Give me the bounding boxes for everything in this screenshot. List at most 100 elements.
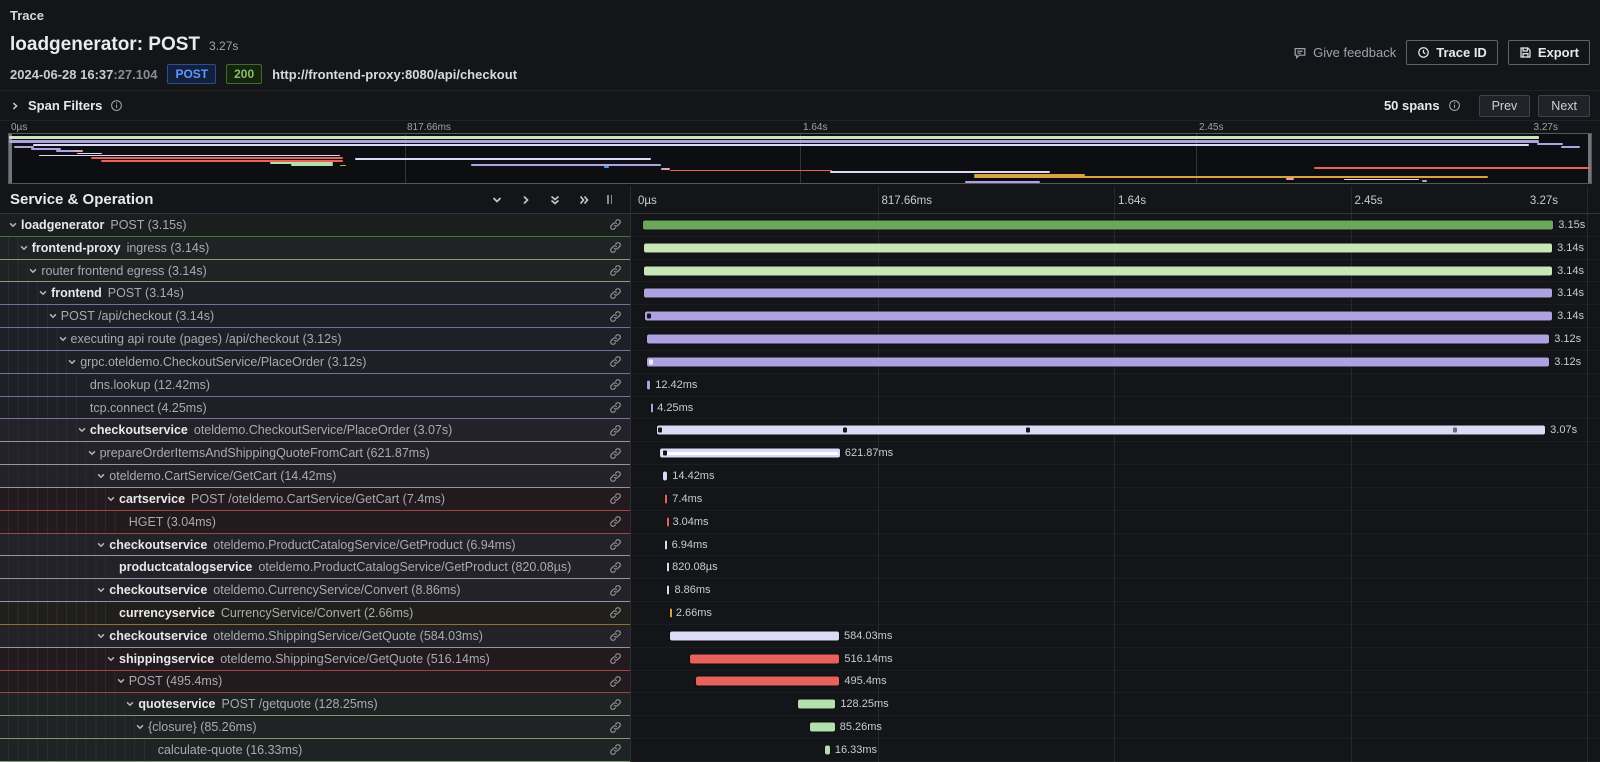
span-link-icon[interactable] [603,355,630,368]
span-bar[interactable] [647,335,1550,344]
expand-chevron-icon[interactable] [135,722,148,732]
span-name-cell[interactable]: cartservicePOST /oteldemo.CartService/Ge… [0,488,630,511]
column-resize-handle[interactable] [607,195,612,204]
span-bar[interactable] [670,631,839,640]
expand-chevron-icon[interactable] [96,631,109,641]
collapse-one-icon[interactable] [491,194,503,206]
span-link-icon[interactable] [603,218,630,231]
span-name-cell[interactable]: productcatalogserviceoteldemo.ProductCat… [0,556,630,579]
expand-chevron-icon[interactable] [67,357,80,367]
expand-chevron-icon[interactable] [116,676,129,686]
expand-chevron-icon[interactable] [28,266,41,276]
expand-chevron-icon[interactable] [96,585,109,595]
column-divider[interactable] [630,186,631,762]
span-link-icon[interactable] [603,584,630,597]
expand-chevron-icon[interactable] [58,334,71,344]
span-name-cell[interactable]: frontendPOST (3.14s) [0,282,630,305]
span-bar[interactable] [647,380,651,389]
span-link-icon[interactable] [603,401,630,414]
expand-chevron-icon[interactable] [106,654,119,664]
expand-chevron-icon[interactable] [125,699,138,709]
span-bar[interactable] [667,586,670,595]
collapse-all-icon[interactable] [549,194,561,206]
span-name-cell[interactable]: checkoutserviceoteldemo.ShippingService/… [0,625,630,648]
span-bar[interactable] [644,266,1552,275]
span-name-cell[interactable]: shippingserviceoteldemo.ShippingService/… [0,648,630,671]
span-bar[interactable] [657,426,1545,435]
span-name-cell[interactable]: POST /api/checkout (3.14s) [0,305,630,328]
span-link-icon[interactable] [603,424,630,437]
span-link-icon[interactable] [603,675,630,688]
span-link-icon[interactable] [603,333,630,346]
span-link-icon[interactable] [603,492,630,505]
prev-button[interactable]: Prev [1479,95,1531,117]
span-name-cell[interactable]: dns.lookup (12.42ms) [0,374,630,397]
span-name-cell[interactable]: prepareOrderItemsAndShippingQuoteFromCar… [0,442,630,465]
span-name-cell[interactable]: loadgeneratorPOST (3.15s) [0,214,630,237]
span-name-cell[interactable]: executing api route (pages) /api/checkou… [0,328,630,351]
expand-all-icon[interactable] [578,194,590,206]
span-name-cell[interactable]: tcp.connect (4.25ms) [0,397,630,420]
span-name-cell[interactable]: router frontend egress (3.14s) [0,260,630,283]
span-link-icon[interactable] [603,698,630,711]
span-link-icon[interactable] [603,378,630,391]
span-name-cell[interactable]: grpc.oteldemo.CheckoutService/PlaceOrder… [0,351,630,374]
span-bar[interactable] [665,494,667,503]
span-bar[interactable] [665,540,667,549]
span-link-icon[interactable] [603,287,630,300]
span-bar[interactable] [660,449,840,458]
span-link-icon[interactable] [603,470,630,483]
span-link-icon[interactable] [603,264,630,277]
span-bar[interactable] [663,472,667,481]
span-bar[interactable] [651,403,653,412]
expand-chevron-icon[interactable] [77,425,90,435]
minimap-canvas[interactable] [8,133,1592,184]
expand-chevron-icon[interactable] [106,494,119,504]
span-name-cell[interactable]: checkoutserviceoteldemo.CurrencyService/… [0,579,630,602]
next-button[interactable]: Next [1538,95,1590,117]
span-bar[interactable] [696,677,839,686]
span-name-cell[interactable]: POST (495.4ms) [0,671,630,694]
span-link-icon[interactable] [603,743,630,756]
span-filters-toggle[interactable]: Span Filters [10,98,123,113]
span-bar[interactable] [670,608,672,617]
expand-chevron-icon[interactable] [48,311,61,321]
info-icon[interactable] [110,99,123,112]
span-bar[interactable] [667,563,669,572]
expand-one-icon[interactable] [520,194,532,206]
span-bar[interactable] [643,220,1554,229]
span-name-cell[interactable]: quoteservicePOST /getquote (128.25ms) [0,693,630,716]
span-name-cell[interactable]: currencyserviceCurrencyService/Convert (… [0,602,630,625]
span-name-cell[interactable]: calculate-quote (16.33ms) [0,739,630,762]
span-bar[interactable] [644,289,1552,298]
trace-id-button[interactable]: Trace ID [1406,40,1498,65]
span-link-icon[interactable] [603,606,630,619]
span-name-cell[interactable]: frontend-proxyingress (3.14s) [0,237,630,260]
span-link-icon[interactable] [603,310,630,323]
span-name-cell[interactable]: checkoutserviceoteldemo.CheckoutService/… [0,419,630,442]
span-link-icon[interactable] [603,561,630,574]
expand-chevron-icon[interactable] [96,471,109,481]
span-bar[interactable] [810,723,835,732]
expand-chevron-icon[interactable] [87,448,100,458]
expand-chevron-icon[interactable] [8,220,21,230]
span-bar[interactable] [825,745,830,754]
info-icon[interactable] [1448,99,1461,112]
span-name-cell[interactable]: oteldemo.CartService/GetCart (14.42ms) [0,465,630,488]
span-link-icon[interactable] [603,721,630,734]
span-bar[interactable] [645,312,1553,321]
span-name-cell[interactable]: HGET (3.04ms) [0,511,630,534]
expand-chevron-icon[interactable] [38,288,51,298]
span-bar[interactable] [690,654,839,663]
span-link-icon[interactable] [603,538,630,551]
span-bar[interactable] [644,243,1552,252]
span-link-icon[interactable] [603,515,630,528]
span-name-cell[interactable]: checkoutserviceoteldemo.ProductCatalogSe… [0,534,630,557]
span-bar[interactable] [667,517,669,526]
span-link-icon[interactable] [603,241,630,254]
span-bar[interactable] [647,357,1549,366]
expand-chevron-icon[interactable] [19,243,32,253]
export-button[interactable]: Export [1508,40,1590,65]
span-bar[interactable] [798,700,835,709]
span-link-icon[interactable] [603,447,630,460]
